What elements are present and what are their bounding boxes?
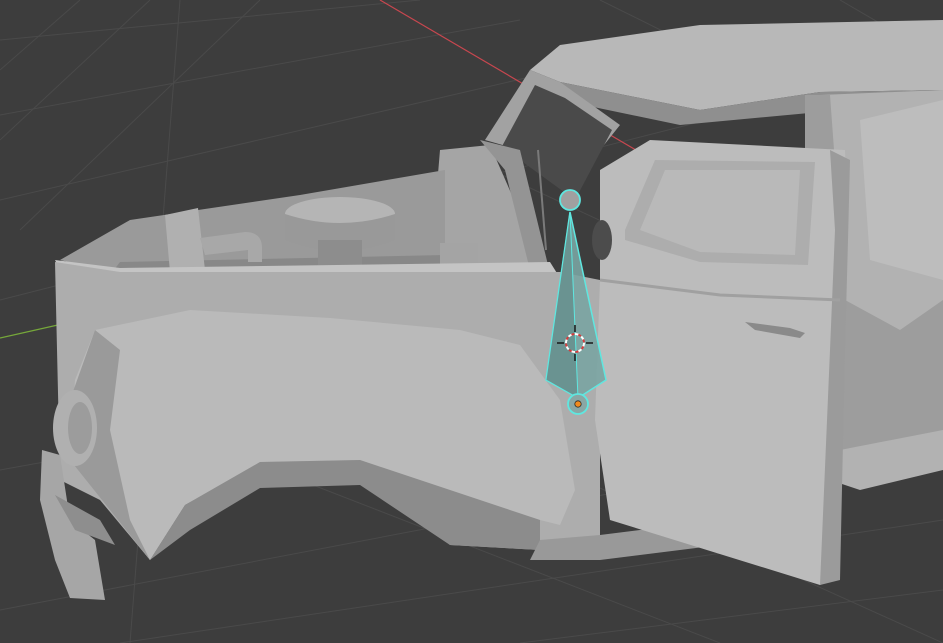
side-mirror	[592, 220, 612, 260]
3d-viewport[interactable]	[0, 0, 943, 643]
headlight-rim	[68, 402, 92, 454]
rear-door-panel	[860, 100, 943, 280]
object-origin-icon	[574, 400, 582, 408]
bone-head-joint[interactable]	[559, 189, 581, 211]
car-model[interactable]	[40, 20, 943, 600]
engine-box-left	[165, 208, 205, 272]
carburetor	[318, 240, 362, 265]
